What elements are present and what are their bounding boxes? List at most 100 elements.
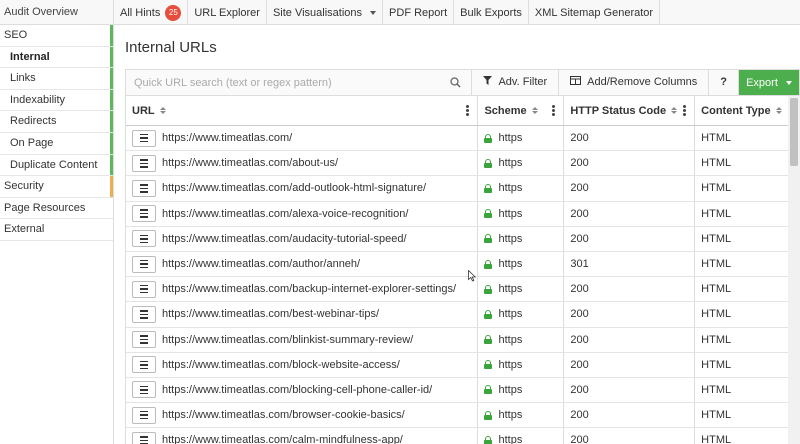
url-link[interactable]: https://www.timeatlas.com/calm-mindfulne…: [162, 434, 403, 444]
row-menu-button[interactable]: [132, 154, 156, 172]
tab-xml-sitemap-generator[interactable]: XML Sitemap Generator: [529, 0, 661, 25]
help-button[interactable]: ?: [709, 70, 739, 95]
url-cell: https://www.timeatlas.com/alexa-voice-re…: [126, 201, 479, 226]
row-menu-button[interactable]: [132, 331, 156, 349]
url-cell: https://www.timeatlas.com/block-website-…: [126, 352, 479, 377]
row-menu-button[interactable]: [132, 179, 156, 197]
nav-tabs: All Hints 25 URL Explorer Site Visualisatio…: [114, 0, 661, 25]
sidebar-item-external[interactable]: External: [0, 219, 113, 241]
scheme-value: https: [498, 308, 523, 321]
mouse-cursor-icon: [468, 269, 477, 285]
url-link[interactable]: https://www.timeatlas.com/author/anneh/: [162, 258, 360, 270]
column-header-scheme[interactable]: Scheme: [478, 96, 565, 125]
add-remove-columns-button[interactable]: Add/Remove Columns: [559, 70, 710, 95]
column-menu-icon[interactable]: [683, 105, 687, 116]
sidebar-item-indexability[interactable]: Indexability: [0, 89, 113, 112]
scheme-cell: https: [478, 176, 565, 201]
search-icon[interactable]: [450, 77, 461, 91]
table-row[interactable]: https://www.timeatlas.com/blinkist-summa…: [126, 327, 800, 353]
status-stripe: [110, 46, 113, 68]
sort-icon[interactable]: [532, 107, 538, 114]
table-row[interactable]: https://www.timeatlas.com/author/anneh/h…: [126, 251, 800, 278]
url-link[interactable]: https://www.timeatlas.com/block-website-…: [162, 359, 400, 371]
tab-site-visualisations[interactable]: Site Visualisations: [267, 0, 384, 25]
filter-icon: [483, 70, 493, 95]
sidebar-item-links[interactable]: Links: [0, 68, 113, 90]
url-link[interactable]: https://www.timeatlas.com/audacity-tutor…: [162, 233, 407, 245]
row-menu-button[interactable]: [132, 230, 156, 248]
table-row[interactable]: https://www.timeatlas.com/about-us/https…: [126, 151, 800, 177]
status-code-cell: 200: [564, 277, 696, 302]
tab-bulk-exports[interactable]: Bulk Exports: [454, 0, 529, 25]
url-link[interactable]: https://www.timeatlas.com/blinkist-summa…: [162, 334, 413, 346]
sidebar-item-internal[interactable]: Internal: [0, 46, 113, 69]
row-menu-button[interactable]: [132, 431, 156, 444]
table-row[interactable]: https://www.timeatlas.com/calm-mindfulne…: [126, 428, 800, 444]
url-link[interactable]: https://www.timeatlas.com/browser-cookie…: [162, 409, 405, 421]
content-type-cell: HTML: [695, 327, 800, 352]
tab-all-hints[interactable]: All Hints 25: [114, 0, 189, 25]
column-menu-icon[interactable]: [466, 105, 470, 116]
url-link[interactable]: https://www.timeatlas.com/best-webinar-t…: [162, 308, 379, 320]
table-row[interactable]: https://www.timeatlas.com/blocking-cell-…: [126, 377, 800, 404]
top-nav-bar: Audit Overview All Hints 25 URL Explorer Si…: [0, 0, 800, 25]
row-menu-button[interactable]: [132, 205, 156, 223]
sidebar-item-page-resources[interactable]: Page Resources: [0, 198, 113, 220]
tab-pdf-report[interactable]: PDF Report: [383, 0, 455, 25]
row-menu-button[interactable]: [132, 356, 156, 374]
row-menu-button[interactable]: [132, 381, 156, 399]
content-type-cell: HTML: [695, 302, 800, 327]
url-cell: https://www.timeatlas.com/: [126, 126, 479, 151]
sidebar-item-label: Security: [4, 180, 44, 193]
sidebar-item-on-page[interactable]: On Page: [0, 132, 113, 155]
table-row[interactable]: https://www.timeatlas.com/audacity-tutor…: [126, 226, 800, 252]
url-link[interactable]: https://www.timeatlas.com/: [162, 132, 292, 144]
row-menu-button[interactable]: [132, 129, 156, 147]
scheme-value: https: [498, 333, 523, 346]
search-input[interactable]: [126, 70, 472, 95]
sidebar-item-seo[interactable]: SEO: [0, 25, 113, 47]
table-row[interactable]: https://www.timeatlas.com/add-outlook-ht…: [126, 176, 800, 202]
column-header-url[interactable]: URL: [126, 96, 479, 125]
scrollbar-thumb[interactable]: [790, 98, 798, 166]
url-link[interactable]: https://www.timeatlas.com/add-outlook-ht…: [162, 182, 426, 194]
row-menu-button[interactable]: [132, 255, 156, 273]
column-header-http-status-code[interactable]: HTTP Status Code: [564, 96, 696, 125]
url-link[interactable]: https://www.timeatlas.com/blocking-cell-…: [162, 384, 432, 396]
tab-url-explorer[interactable]: URL Explorer: [188, 0, 267, 25]
content-type-cell: HTML: [695, 377, 800, 403]
url-cell: https://www.timeatlas.com/about-us/: [126, 151, 479, 176]
table-row[interactable]: https://www.timeatlas.com/backup-interne…: [126, 277, 800, 303]
scheme-cell: https: [478, 352, 565, 377]
export-button[interactable]: Export: [738, 70, 799, 95]
column-header-content-type[interactable]: Content Type: [695, 96, 800, 125]
url-cell: https://www.timeatlas.com/best-webinar-t…: [126, 302, 479, 327]
column-menu-icon[interactable]: [552, 105, 556, 116]
table-row[interactable]: https://www.timeatlas.com/best-webinar-t…: [126, 302, 800, 328]
url-link[interactable]: https://www.timeatlas.com/alexa-voice-re…: [162, 208, 408, 220]
sort-icon[interactable]: [776, 107, 782, 114]
content-type-cell: HTML: [695, 277, 800, 302]
table-row[interactable]: https://www.timeatlas.com/https 200 HTML: [126, 126, 800, 152]
vertical-scrollbar[interactable]: [788, 96, 800, 444]
url-link[interactable]: https://www.timeatlas.com/backup-interne…: [162, 283, 456, 295]
table-row[interactable]: https://www.timeatlas.com/browser-cookie…: [126, 403, 800, 429]
sidebar-item-redirects[interactable]: Redirects: [0, 111, 113, 133]
adv-filter-button[interactable]: Adv. Filter: [472, 70, 560, 95]
table-row[interactable]: https://www.timeatlas.com/alexa-voice-re…: [126, 201, 800, 227]
sidebar-item-security[interactable]: Security: [0, 176, 113, 198]
row-menu-button[interactable]: [132, 305, 156, 323]
audit-overview-link[interactable]: Audit Overview: [0, 0, 114, 25]
add-remove-columns-label: Add/Remove Columns: [587, 76, 698, 88]
sort-icon[interactable]: [671, 107, 677, 114]
table-row[interactable]: https://www.timeatlas.com/block-website-…: [126, 352, 800, 378]
adv-filter-label: Adv. Filter: [498, 76, 548, 88]
page-title: Internal URLs: [125, 39, 217, 56]
row-menu-button[interactable]: [132, 280, 156, 298]
sort-icon[interactable]: [160, 107, 166, 114]
sidebar-item-label: On Page: [10, 136, 54, 149]
sidebar-item-duplicate-content[interactable]: Duplicate Content: [0, 154, 113, 177]
column-header-label: Scheme: [484, 104, 527, 117]
row-menu-button[interactable]: [132, 406, 156, 424]
url-link[interactable]: https://www.timeatlas.com/about-us/: [162, 157, 338, 169]
